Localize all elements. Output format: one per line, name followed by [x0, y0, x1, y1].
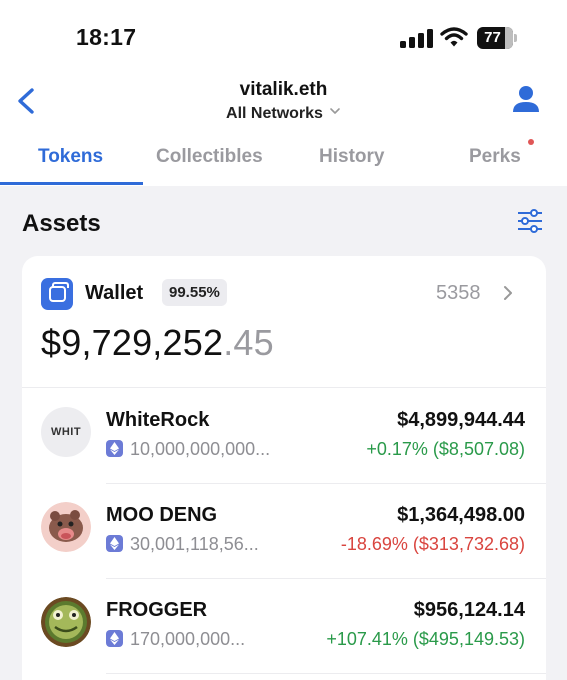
token-change: +0.17% ($8,507.08) [366, 439, 525, 459]
tab-tokens[interactable]: Tokens [38, 146, 103, 168]
token-value: $1,364,498.00 [397, 504, 525, 526]
token-amount: 10,000,000,000... [106, 439, 270, 460]
wifi-icon [440, 26, 468, 48]
moo-deng-token-icon [41, 502, 91, 552]
filter-button[interactable] [516, 208, 544, 234]
status-bar: 18:17 77 [0, 0, 567, 76]
token-name: FROGGER [106, 599, 208, 621]
person-icon [513, 86, 539, 112]
network-selector-label: All Networks [226, 105, 323, 122]
token-amount: 30,001,118,56... [106, 534, 259, 555]
active-tab-indicator [0, 182, 143, 185]
token-row-moo-deng[interactable]: MOO DENG 30,001,118,56... $1,364,498.00 … [22, 483, 546, 579]
token-amount-text: 30,001,118,56... [130, 534, 259, 554]
token-amount: 170,000,000... [106, 629, 245, 650]
battery-icon: 77 [477, 27, 517, 49]
status-time: 18:17 [76, 24, 137, 50]
ethereum-chain-icon [106, 535, 123, 552]
token-value: $956,124.14 [413, 599, 525, 621]
whit-token-icon: WHIT [41, 407, 91, 457]
token-row-frogger[interactable]: FROGGER 170,000,000... $956,124.14 +107.… [22, 578, 546, 674]
assets-heading: Assets [22, 210, 101, 237]
token-amount-text: 10,000,000,000... [130, 439, 271, 459]
network-selector[interactable]: All Networks [0, 104, 567, 123]
balance-cents: .45 [223, 322, 274, 363]
battery-level: 77 [484, 29, 501, 46]
sliders-icon [518, 209, 542, 233]
wallet-token-count[interactable]: 5358 [436, 282, 481, 305]
chevron-down-icon [329, 104, 341, 116]
profile-button[interactable] [510, 82, 542, 116]
cellular-signal-icon [400, 29, 434, 48]
perks-notification-dot [528, 139, 534, 145]
divider [106, 673, 546, 674]
token-change: +107.41% ($495,149.53) [326, 629, 525, 649]
total-balance: $9,729,252.45 [41, 322, 274, 364]
chevron-right-icon[interactable] [501, 284, 515, 302]
wallet-label: Wallet [85, 282, 144, 304]
token-change: -18.69% ($313,732.68) [340, 534, 525, 554]
balance-main: $9,729,252 [41, 322, 224, 363]
frogger-token-icon [41, 597, 91, 647]
token-value: $4,899,944.44 [397, 409, 525, 431]
token-amount-text: 170,000,000... [130, 629, 246, 649]
account-title: vitalik.eth [239, 79, 328, 100]
token-name: MOO DENG [106, 504, 218, 526]
tab-perks[interactable]: Perks [469, 146, 521, 168]
ethereum-chain-icon [106, 440, 123, 457]
tab-bar: Tokens Collectibles History Perks [0, 140, 567, 186]
wallet-icon [41, 278, 73, 310]
ethereum-chain-icon [106, 630, 123, 647]
tab-collectibles[interactable]: Collectibles [156, 146, 263, 168]
top-area: 18:17 77 vitalik.eth All Networks Tokens… [0, 0, 567, 186]
token-row-whiterock[interactable]: WHIT WhiteRock 10,000,000,000... $4,899,… [22, 388, 546, 484]
token-name: WhiteRock [106, 409, 210, 431]
wallet-card: Wallet 99.55% 5358 $9,729,252.45 WHIT Wh… [22, 256, 546, 680]
tab-history[interactable]: History [319, 146, 384, 168]
nav-bar: vitalik.eth All Networks [0, 76, 567, 126]
wallet-percent-badge: 99.55% [162, 279, 227, 306]
